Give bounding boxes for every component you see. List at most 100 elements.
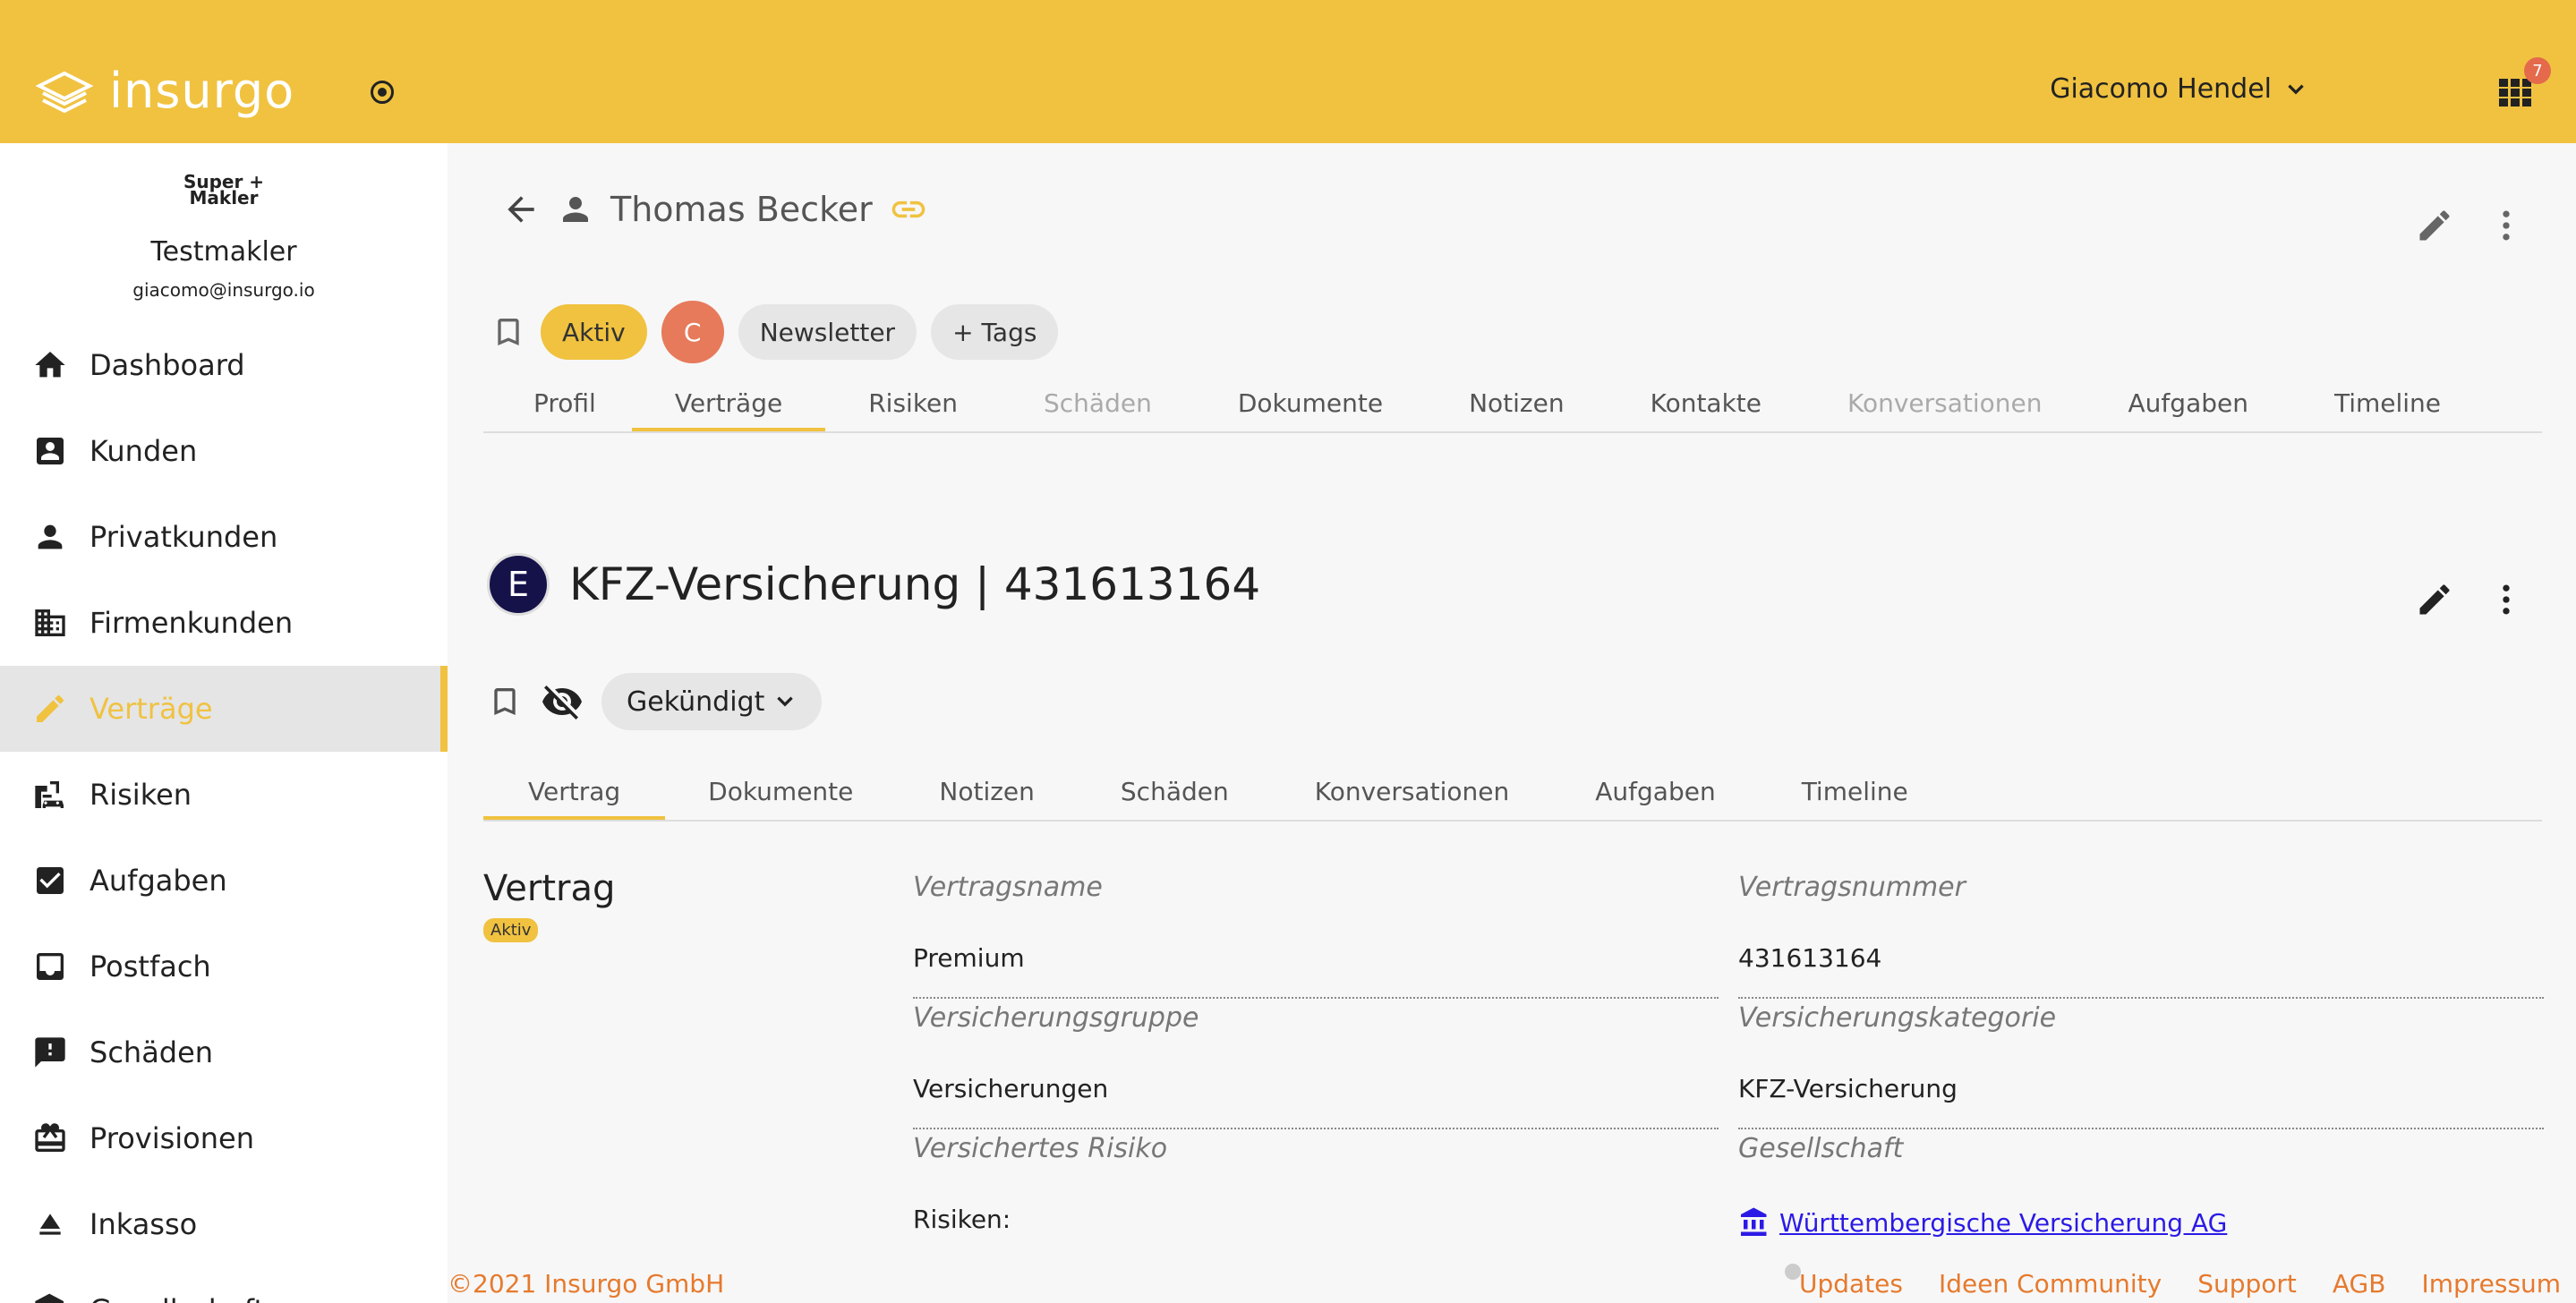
footer-link-ideen-community[interactable]: Ideen Community	[1939, 1269, 2162, 1299]
field-divider	[913, 1128, 1719, 1129]
customer-chips: Aktiv C Newsletter + Tags	[490, 301, 1059, 363]
notification-badge: 7	[2524, 57, 2551, 84]
tab-vertraege[interactable]: Verträge	[631, 374, 826, 431]
versicherungsgruppe-value[interactable]: Versicherungen	[913, 1074, 1108, 1103]
bookmark-icon[interactable]	[490, 312, 526, 352]
back-arrow-icon[interactable]	[501, 190, 541, 229]
user-name: Giacomo Hendel	[2050, 73, 2272, 105]
footer-link-updates[interactable]: Updates	[1799, 1269, 1903, 1299]
more-vert-icon[interactable]	[2486, 206, 2526, 245]
footer-link-agb[interactable]: AGB	[2333, 1269, 2386, 1299]
versichertes-risiko-value[interactable]: Risiken:	[913, 1205, 1011, 1234]
user-menu[interactable]: Giacomo Hendel	[2050, 73, 2307, 105]
tab-dokumente[interactable]: Dokumente	[665, 762, 896, 820]
person-icon	[563, 197, 588, 222]
record-icon[interactable]	[371, 81, 394, 104]
sidebar-item-label: Kunden	[90, 434, 198, 468]
sidebar-item-label: Aufgaben	[90, 864, 227, 898]
broker-name: Testmakler	[150, 236, 297, 268]
contract-tabs-divider	[483, 820, 2542, 822]
broker-logo: Super + Makler	[183, 171, 265, 209]
tab-timeline[interactable]: Timeline	[2291, 374, 2484, 431]
add-tags-button[interactable]: + Tags	[931, 304, 1059, 360]
building-icon	[35, 609, 65, 636]
sidebar-item-label: Schäden	[90, 1035, 214, 1069]
sidebar-item-label: Postfach	[90, 950, 211, 984]
sidebar-nav: Dashboard Kunden Privatkunden Firmenkund…	[0, 322, 448, 1303]
sidebar-item-schaeden[interactable]: Schäden	[0, 1009, 448, 1095]
sidebar-item-label: Provisionen	[90, 1121, 254, 1155]
sidebar-item-postfach[interactable]: Postfach	[0, 924, 448, 1009]
sidebar-item-aufgaben[interactable]: Aufgaben	[0, 838, 448, 924]
tab-profil[interactable]: Profil	[498, 374, 632, 431]
tab-aufgaben[interactable]: Aufgaben	[2086, 374, 2291, 431]
checkbox-icon	[37, 867, 64, 894]
more-vert-icon[interactable]	[2486, 580, 2526, 619]
sidebar-item-vertraege[interactable]: Verträge	[0, 666, 448, 752]
versicherungskategorie-label: Versicherungskategorie	[1738, 1002, 2057, 1034]
home-icon	[35, 352, 65, 378]
sidebar-item-gesellschaften[interactable]: Gesellschaften	[0, 1267, 448, 1303]
feedback-icon	[35, 1037, 65, 1068]
broker-email: giacomo@insurgo.io	[132, 279, 315, 301]
risk-building-car-icon	[35, 781, 64, 808]
field-divider	[1738, 997, 2544, 999]
footer-copyright: ©2021 Insurgo GmbH	[448, 1269, 725, 1299]
contract-status-value: Gekündigt	[627, 686, 765, 718]
chevron-down-icon	[777, 696, 794, 707]
tab-schaeden[interactable]: Schäden	[1001, 374, 1195, 431]
footer-link-impressum[interactable]: Impressum	[2421, 1269, 2561, 1299]
tab-notizen[interactable]: Notizen	[896, 762, 1078, 820]
sidebar-item-privatkunden[interactable]: Privatkunden	[0, 494, 448, 580]
tab-risiken[interactable]: Risiken	[825, 374, 1001, 431]
vertragsnummer-value[interactable]: 431613164	[1738, 943, 1881, 973]
vertragsname-label: Vertragsname	[913, 872, 1103, 903]
link-icon[interactable]	[889, 190, 928, 229]
tab-timeline[interactable]: Timeline	[1759, 762, 1951, 820]
visibility-off-icon[interactable]	[541, 680, 584, 723]
edit-contract-icon[interactable]	[2415, 580, 2454, 619]
tab-schaeden[interactable]: Schäden	[1078, 762, 1272, 820]
sidebar-item-kunden[interactable]: Kunden	[0, 408, 448, 494]
versicherungsgruppe-label: Versicherungsgruppe	[913, 1002, 1199, 1034]
tab-notizen[interactable]: Notizen	[1426, 374, 1608, 431]
customer-name: Thomas Becker	[610, 190, 873, 229]
status-chip[interactable]: Aktiv	[541, 304, 647, 360]
tab-aufgaben[interactable]: Aufgaben	[1552, 762, 1758, 820]
contract-title: KFZ-Versicherung | 431613164	[569, 558, 1261, 610]
edit-customer-icon[interactable]	[2415, 206, 2454, 245]
footer-link-support[interactable]: Support	[2197, 1269, 2297, 1299]
sidebar-item-inkasso[interactable]: Inkasso	[0, 1181, 448, 1267]
tab-konversationen[interactable]: Konversationen	[1272, 762, 1553, 820]
section-title: Vertrag	[483, 868, 616, 909]
newsletter-chip[interactable]: Newsletter	[738, 304, 917, 360]
sidebar-item-label: Firmenkunden	[90, 606, 294, 640]
tab-konversationen[interactable]: Konversationen	[1804, 374, 2086, 431]
eject-icon	[39, 1214, 61, 1235]
sidebar-item-dashboard[interactable]: Dashboard	[0, 322, 448, 408]
sidebar-item-provisionen[interactable]: Provisionen	[0, 1095, 448, 1181]
customer-header: Thomas Becker	[501, 190, 928, 229]
logo-layers-icon	[36, 71, 93, 113]
initial-chip[interactable]: C	[661, 301, 724, 363]
gift-icon	[35, 1123, 65, 1152]
chevron-down-icon	[2288, 84, 2304, 95]
gesellschaft-value[interactable]: Württembergische Versicherung AG	[1738, 1206, 2227, 1239]
tab-dokumente[interactable]: Dokumente	[1195, 374, 1426, 431]
insurgo-logo[interactable]: insurgo	[36, 63, 294, 119]
vertragsnummer-label: Vertragsnummer	[1738, 872, 1966, 903]
versichertes-risiko-label: Versichertes Risiko	[913, 1133, 1168, 1164]
contract-status-select[interactable]: Gekündigt	[601, 673, 823, 730]
bank-icon	[35, 1293, 64, 1303]
vertragsname-value[interactable]: Premium	[913, 943, 1025, 973]
bookmark-icon[interactable]	[487, 682, 523, 721]
sidebar-item-firmenkunden[interactable]: Firmenkunden	[0, 580, 448, 666]
tab-kontakte[interactable]: Kontakte	[1608, 374, 1804, 431]
versicherungskategorie-value[interactable]: KFZ-Versicherung	[1738, 1074, 1958, 1103]
gesellschaft-link[interactable]: Württembergische Versicherung AG	[1779, 1208, 2227, 1238]
sidebar-item-risiken[interactable]: Risiken	[0, 752, 448, 838]
top-bar: insurgo Giacomo Hendel 7	[0, 0, 2576, 143]
tab-vertrag[interactable]: Vertrag	[483, 762, 666, 820]
field-divider	[913, 997, 1719, 999]
inbox-icon	[37, 953, 64, 980]
